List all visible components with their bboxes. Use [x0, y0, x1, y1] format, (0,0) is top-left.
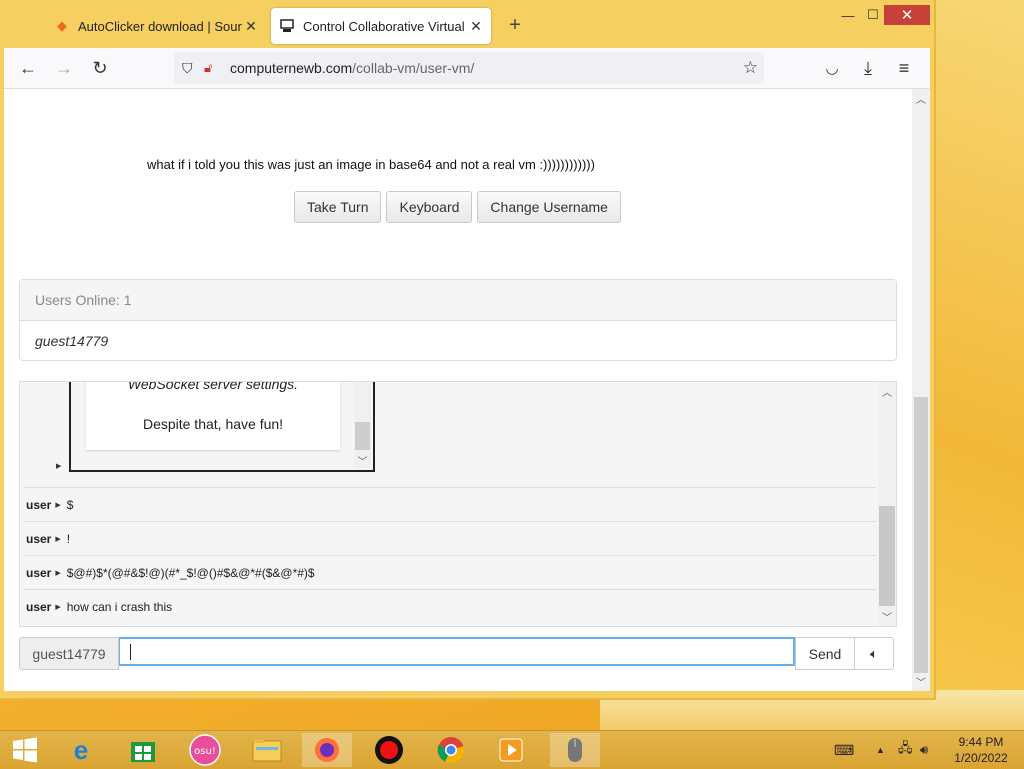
motd-line: WebSocket server settings.: [127, 381, 299, 392]
firefox-icon[interactable]: [302, 733, 352, 767]
store-icon[interactable]: [118, 733, 168, 767]
triangle-right-icon: ▶: [55, 603, 61, 611]
motd-box: WebSocket server settings. Despite that,…: [69, 381, 375, 472]
chevron-down-icon[interactable]: ﹀: [878, 609, 896, 624]
triangle-right-icon: ▶: [55, 535, 61, 543]
close-tab-icon[interactable]: ✕: [242, 18, 260, 35]
forward-button[interactable]: →: [50, 56, 78, 80]
triangle-right-icon: ▶: [55, 569, 61, 577]
vm-screen-message: what if i told you this was just an imag…: [147, 157, 595, 172]
chrome-icon[interactable]: [426, 733, 476, 767]
clock-date: 1/20/2022: [954, 751, 1008, 765]
sourceforge-icon: ◆: [57, 18, 67, 33]
navigation-toolbar: ← → ↻ ⛉ 🔓︎ computernewb.com/collab-vm/us…: [4, 48, 930, 89]
windows-start-icon[interactable]: [0, 733, 50, 767]
address-bar[interactable]: ⛉ 🔓︎ computernewb.com/collab-vm/user-vm/…: [174, 52, 764, 84]
change-username-button[interactable]: Change Username: [477, 191, 621, 223]
page-content: what if i told you this was just an imag…: [4, 89, 912, 691]
chevron-down-icon[interactable]: ﹀: [912, 674, 930, 689]
chat-message: user ▶ $: [24, 487, 876, 521]
close-window-button[interactable]: ✕: [884, 5, 930, 25]
chat-input-row: guest14779 Send 🔈︎: [19, 637, 897, 670]
minimize-button[interactable]: —: [834, 5, 862, 25]
page-scrollbar[interactable]: ︿ ﹀: [912, 89, 930, 691]
volume-icon[interactable]: 🔊︎: [920, 731, 928, 769]
tab-autoclicker[interactable]: ◆ AutoClicker download | SourceForge ✕: [46, 8, 266, 44]
send-button[interactable]: Send: [795, 637, 855, 670]
shield-icon[interactable]: ⛉: [182, 60, 202, 77]
text-caret: [130, 643, 131, 660]
media-player-icon[interactable]: [486, 733, 536, 767]
chat-input[interactable]: [119, 637, 795, 666]
keyboard-button[interactable]: Keyboard: [386, 191, 473, 223]
users-online-panel: Users Online: 1 guest14779: [19, 279, 897, 361]
insecure-lock-icon[interactable]: 🔓︎: [204, 60, 224, 76]
chat-scrollbar[interactable]: ︿ ﹀: [878, 382, 896, 626]
reload-button[interactable]: ↻: [86, 56, 114, 80]
computer-icon: [279, 18, 295, 34]
file-explorer-icon[interactable]: [242, 733, 292, 767]
taskbar: e osu! ⌨ ▲ 🖧︎ 🔊︎ 9:44 PM 1/20/2022: [0, 730, 1024, 769]
pocket-icon[interactable]: ◡: [818, 56, 846, 80]
motd-line: Despite that, have fun!: [142, 416, 284, 432]
scrollbar-thumb[interactable]: [355, 422, 370, 450]
chat-panel[interactable]: WebSocket server settings. Despite that,…: [19, 381, 897, 627]
chevron-up-icon[interactable]: ▲: [876, 731, 885, 769]
menu-icon[interactable]: ≡: [890, 56, 918, 80]
chevron-up-icon[interactable]: ︿: [878, 384, 896, 399]
keyboard-icon[interactable]: ⌨: [834, 731, 854, 769]
scrollbar-thumb[interactable]: [879, 506, 895, 606]
downloads-icon[interactable]: ⤓: [854, 56, 882, 80]
chevron-down-icon[interactable]: ﹀: [354, 453, 371, 468]
triangle-right-icon: ▶: [56, 463, 62, 470]
chat-message: user ▶ how can i crash this: [24, 589, 876, 623]
scrollbar-thumb[interactable]: [914, 397, 928, 673]
mouse-icon[interactable]: [550, 733, 600, 767]
browser-window: ◆ AutoClicker download | SourceForge ✕ C…: [0, 0, 936, 700]
speaker-icon[interactable]: 🔈︎: [855, 637, 894, 670]
chat-message: user ▶ $@#)$*(@#&$!@)(#*_$!@()#$&@*#($&@*#…: [24, 555, 876, 589]
record-icon[interactable]: [364, 733, 414, 767]
tab-collab-vm[interactable]: Control Collaborative Virtual Machines ✕: [271, 8, 491, 44]
back-button[interactable]: ←: [14, 56, 42, 80]
motd-scrollbar[interactable]: ﹀: [354, 382, 371, 468]
user-list-item[interactable]: guest14779: [20, 321, 896, 360]
clock-time: 9:44 PM: [958, 735, 1004, 749]
take-turn-button[interactable]: Take Turn: [294, 191, 382, 223]
tab-title: Control Collaborative Virtual Machines: [303, 18, 467, 34]
url-text[interactable]: computernewb.com/collab-vm/user-vm/: [230, 60, 474, 76]
username-label: guest14779: [19, 637, 119, 670]
tab-bar: ◆ AutoClicker download | SourceForge ✕ C…: [0, 0, 934, 48]
new-tab-button[interactable]: +: [504, 14, 526, 37]
system-clock[interactable]: 9:44 PM 1/20/2022: [946, 734, 1016, 766]
vm-controls: Take Turn Keyboard Change Username: [294, 191, 621, 223]
network-icon[interactable]: 🖧︎: [898, 731, 913, 769]
chevron-up-icon[interactable]: ︿: [912, 91, 930, 106]
maximize-button[interactable]: ☐: [860, 5, 886, 25]
internet-explorer-icon[interactable]: e: [56, 733, 106, 767]
close-tab-icon[interactable]: ✕: [467, 18, 485, 35]
triangle-right-icon: ▶: [55, 501, 61, 509]
motd-content: WebSocket server settings. Despite that,…: [86, 381, 340, 450]
chat-message: user ▶!: [24, 521, 876, 555]
svg-text:osu!: osu!: [194, 746, 216, 757]
users-online-heading: Users Online: 1: [20, 280, 896, 321]
osu-icon[interactable]: osu!: [180, 733, 230, 767]
bookmark-star-icon[interactable]: ☆: [743, 58, 758, 78]
tab-title: AutoClicker download | SourceForge: [78, 18, 242, 34]
